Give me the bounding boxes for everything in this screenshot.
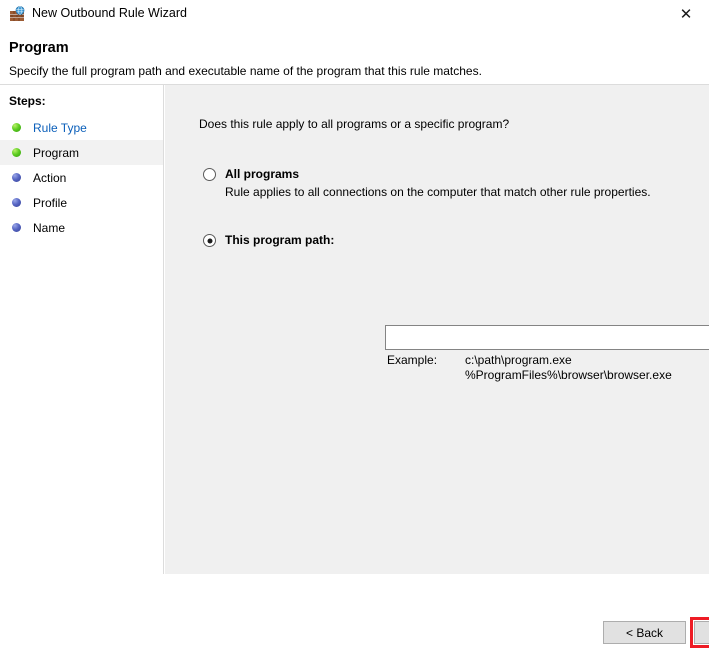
content-panel: Does this rule apply to all programs or …	[165, 85, 709, 648]
sidebar-item-label: Program	[33, 145, 80, 160]
sidebar-item-label: Rule Type	[33, 120, 87, 135]
firewall-globe-icon	[9, 6, 26, 23]
option-this-program-path[interactable]: This program path:	[203, 233, 334, 247]
sidebar-item-action[interactable]: Action	[0, 165, 163, 190]
option-all-programs-head[interactable]: All programs	[203, 167, 651, 181]
program-path-row: Browse...	[385, 325, 709, 350]
close-icon: ✕	[679, 5, 693, 23]
back-button[interactable]: < Back	[603, 621, 686, 644]
next-button[interactable]: Next >	[694, 621, 709, 644]
option-this-program-path-head[interactable]: This program path:	[203, 233, 334, 247]
steps-list: Rule Type Program Action Profile Name	[0, 115, 163, 240]
sidebar-item-rule-type[interactable]: Rule Type	[0, 115, 163, 140]
steps-sidebar: Steps: Rule Type Program Action Profile …	[0, 85, 164, 574]
step-bullet-icon	[12, 123, 21, 132]
dialog-footer: < Back Next > Cancel	[330, 611, 709, 659]
step-bullet-icon	[12, 148, 21, 157]
sidebar-item-program[interactable]: Program	[0, 140, 163, 165]
step-bullet-icon	[12, 198, 21, 207]
radio-all-programs[interactable]	[203, 168, 216, 181]
sidebar-item-label: Profile	[33, 195, 68, 210]
option-all-programs-label: All programs	[225, 167, 300, 181]
sidebar-item-label: Action	[33, 170, 67, 185]
option-all-programs[interactable]: All programs Rule applies to all connect…	[203, 167, 651, 199]
page-subtitle: Specify the full program path and execut…	[9, 64, 482, 78]
step-bullet-icon	[12, 173, 21, 182]
example-label: Example:	[387, 353, 438, 367]
title-bar: New Outbound Rule Wizard ✕	[0, 0, 709, 29]
sidebar-item-label: Name	[33, 220, 66, 235]
program-path-input[interactable]	[385, 325, 709, 350]
window-title: New Outbound Rule Wizard	[32, 6, 187, 20]
page-title: Program	[9, 40, 69, 56]
sidebar-item-profile[interactable]: Profile	[0, 190, 163, 215]
page-header: Program Specify the full program path an…	[0, 29, 709, 85]
sidebar-item-name[interactable]: Name	[0, 215, 163, 240]
close-button[interactable]: ✕	[663, 0, 709, 29]
example-values: c:\path\program.exe %ProgramFiles%\browse…	[465, 353, 672, 382]
option-this-program-path-label: This program path:	[225, 233, 335, 247]
step-bullet-icon	[12, 223, 21, 232]
question-text: Does this rule apply to all programs or …	[199, 117, 510, 131]
option-all-programs-description: Rule applies to all connections on the c…	[225, 185, 651, 199]
steps-heading: Steps:	[9, 94, 46, 108]
radio-this-program-path[interactable]	[203, 234, 216, 247]
